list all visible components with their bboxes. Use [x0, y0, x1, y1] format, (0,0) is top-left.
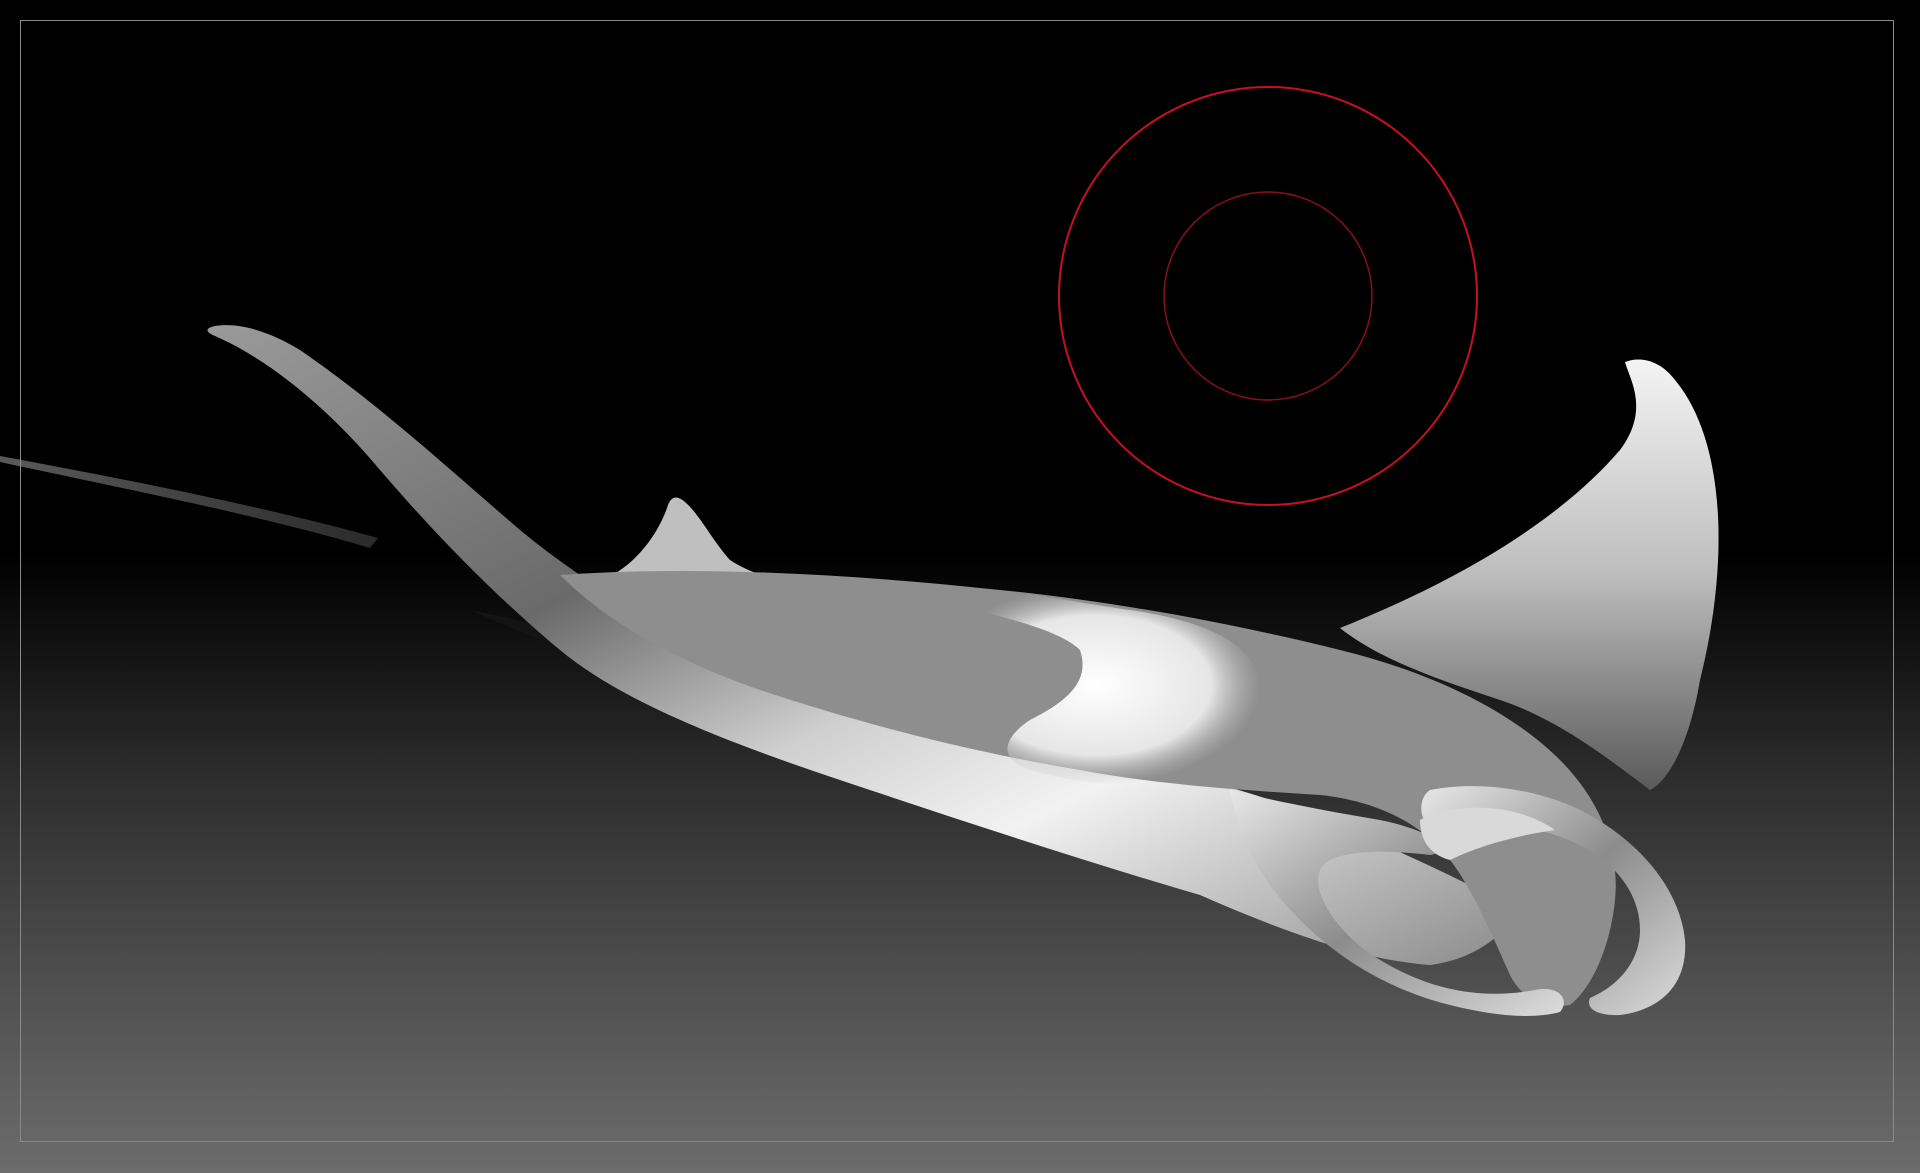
scene-canvas[interactable] — [0, 0, 1920, 1173]
brush-outer-ring — [1058, 86, 1478, 506]
brush-cursor-icon[interactable] — [1058, 86, 1478, 506]
sculpt-application — [0, 0, 1920, 1173]
brush-inner-ring — [1163, 191, 1373, 401]
dorsal-fin-shape — [612, 497, 785, 584]
3d-viewport[interactable] — [0, 0, 1920, 1173]
tail-shape — [0, 456, 378, 548]
